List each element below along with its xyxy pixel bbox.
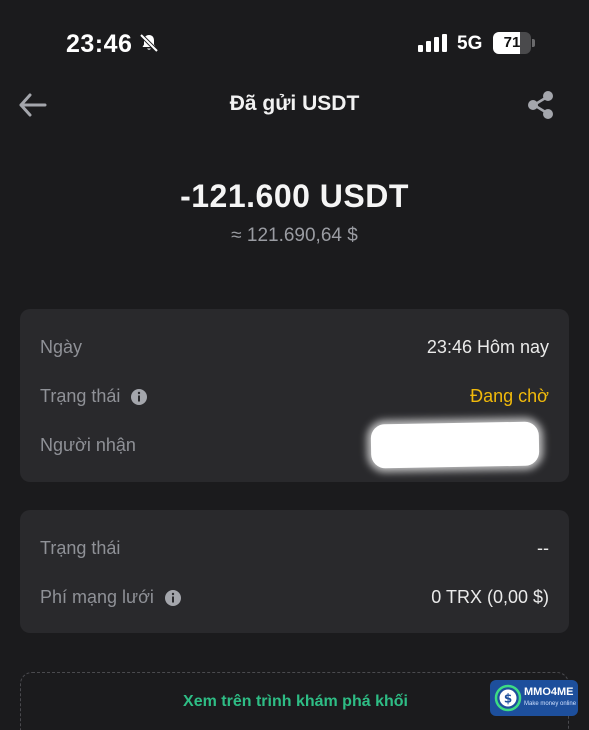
date-row: Ngày 23:46 Hôm nay	[40, 333, 549, 363]
recipient-label: Người nhận	[40, 435, 136, 455]
view-on-explorer-button[interactable]: Xem trên trình khám phá khối	[20, 672, 569, 730]
redacted-recipient-address	[370, 421, 540, 469]
bell-slash-icon	[139, 33, 159, 53]
page-title: Đã gửi USDT	[229, 92, 360, 115]
nav-bar: Đã gửi USDT	[0, 80, 589, 130]
battery-icon: 71	[493, 32, 535, 54]
network-fee-label: Phí mạng lưới	[40, 587, 154, 607]
status-label: Trạng thái	[40, 386, 121, 406]
transaction-amount: -121.600 USDT	[180, 178, 409, 214]
status-value: Đang chờ	[470, 386, 549, 406]
svg-text:$: $	[504, 692, 512, 706]
share-icon	[528, 91, 553, 119]
network-fee-value: 0 TRX (0,00 $)	[431, 587, 549, 607]
cellular-signal-icon	[418, 34, 447, 52]
info-icon[interactable]	[130, 388, 148, 406]
date-label: Ngày	[40, 337, 83, 357]
watermark-logo: $ MMO4ME Make money online	[490, 680, 578, 716]
network-type: 5G	[457, 33, 483, 54]
network-status-label: Trạng thái	[40, 538, 121, 558]
dollar-coin-icon: $	[494, 684, 522, 712]
status-bar: 23:46 5G 71	[0, 0, 589, 86]
date-value: 23:46 Hôm nay	[426, 337, 549, 357]
recipient-row: Người nhận	[40, 421, 549, 469]
network-fee-label-wrap: Phí mạng lưới	[40, 587, 182, 608]
watermark-brand: MMO4ME	[524, 686, 574, 698]
battery-level: 71	[503, 34, 521, 51]
network-card: Trạng thái -- Phí mạng lưới 0 TRX (0,00 …	[20, 510, 569, 633]
network-status-value: --	[537, 538, 549, 558]
info-icon[interactable]	[164, 589, 182, 607]
view-on-explorer-label: Xem trên trình khám phá khối	[183, 693, 408, 710]
status-label-wrap: Trạng thái	[40, 386, 148, 407]
status-row: Trạng thái Đang chờ	[40, 382, 549, 412]
share-button[interactable]	[524, 88, 558, 122]
network-status-row: Trạng thái --	[40, 534, 549, 564]
fiat-equivalent: ≈ 121.690,64 $	[231, 225, 358, 246]
watermark-tagline: Make money online	[524, 701, 577, 707]
network-fee-row: Phí mạng lưới 0 TRX (0,00 $)	[40, 583, 549, 613]
status-time: 23:46	[66, 30, 133, 58]
details-card: Ngày 23:46 Hôm nay Trạng thái Đang chờ N…	[20, 309, 569, 482]
